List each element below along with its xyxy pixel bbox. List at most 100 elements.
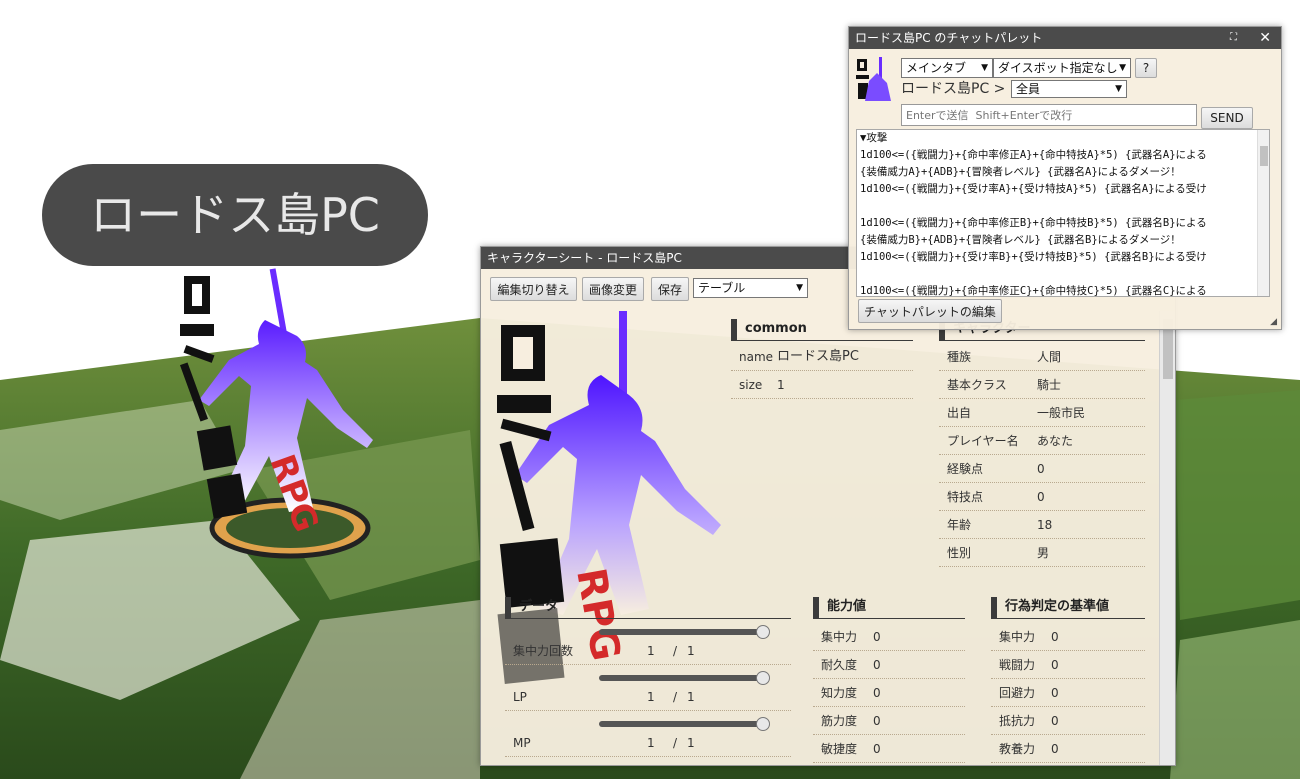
character-row-value[interactable]: 騎士 (1037, 371, 1061, 399)
resize-handle-icon[interactable]: ◢ (1270, 317, 1277, 327)
character-row-value[interactable]: 人間 (1037, 343, 1061, 371)
layout-select[interactable]: テーブル ▼ (693, 278, 808, 298)
ability-value[interactable]: 0 (873, 623, 881, 651)
check-key: 戦闘力 (999, 658, 1036, 672)
check-row: 戦闘力 0 (991, 651, 1145, 679)
palette-line[interactable]: 1d100<=({戦闘力}+{受け率B}+{受け特技B}*5) {武器名B}によ… (857, 249, 1269, 266)
palette-line[interactable]: 1d100<=({戦闘力}+{受け率A}+{受け特技A}*5) {武器名A}によ… (857, 181, 1269, 198)
character-row: 種族 人間 (939, 343, 1145, 371)
resource-current[interactable]: 1 (647, 683, 655, 711)
check-value[interactable]: 0 (1051, 735, 1059, 763)
character-row-value[interactable]: 0 (1037, 455, 1045, 483)
ability-row: 知力度 0 (813, 679, 965, 707)
character-row: 性別 男 (939, 539, 1145, 567)
chevron-down-icon: ▼ (1119, 63, 1126, 73)
ability-row: 敏捷度 0 (813, 735, 965, 763)
resource-label: 集中力回数 (513, 644, 574, 658)
edit-palette-button[interactable]: チャットパレットの編集 (858, 299, 1002, 323)
change-image-button[interactable]: 画像変更 (582, 277, 644, 301)
svg-text:RPG: RPG (262, 449, 327, 537)
concentration-slider[interactable] (599, 625, 770, 639)
character-row-value[interactable]: あなた (1037, 427, 1073, 455)
resource-separator: / (673, 644, 678, 658)
palette-line[interactable]: ▼攻撃 (857, 130, 1269, 147)
common-row-key: size (739, 378, 763, 392)
close-icon[interactable]: ✕ (1259, 27, 1271, 49)
character-row: 年齢 18 (939, 511, 1145, 539)
resource-row: LP 1 / 1 (505, 683, 791, 711)
check-value[interactable]: 0 (1051, 651, 1059, 679)
edit-toggle-button[interactable]: 編集切り替え (490, 277, 577, 301)
character-row-value[interactable]: 一般市民 (1037, 399, 1085, 427)
dicebot-select-value: ダイスボット指定なし (998, 61, 1118, 75)
chat-palette-titlebar[interactable]: ロードス島PC のチャットパレット ⛶ ✕ (849, 27, 1281, 49)
maximize-icon[interactable]: ⛶ (1230, 27, 1237, 49)
palette-line[interactable] (857, 198, 1269, 215)
ability-key: 集中力 (821, 630, 858, 644)
palette-line[interactable]: {装備威力B}+{ADB}+{冒険者レベル} {武器名B}によるダメージ！ (857, 232, 1269, 249)
check-value[interactable]: 0 (1051, 679, 1059, 707)
resource-label: MP (513, 736, 531, 750)
abilities-section-heading: 能力値 (813, 597, 965, 619)
scrollbar-thumb[interactable] (1260, 146, 1268, 166)
help-button[interactable]: ? (1135, 58, 1157, 78)
common-row-value[interactable]: 1 (777, 371, 785, 399)
character-row-value[interactable]: 男 (1037, 539, 1049, 567)
check-row: 抵抗力 0 (991, 707, 1145, 735)
palette-line[interactable]: 1d100<=({戦闘力}+{命中率修正B}+{命中特技B}*5) {武器名B}… (857, 215, 1269, 232)
resource-current[interactable]: 1 (647, 729, 655, 757)
character-row-value[interactable]: 18 (1037, 511, 1052, 539)
ability-value[interactable]: 0 (873, 651, 881, 679)
palette-list[interactable]: ▼攻撃 1d100<=({戦闘力}+{命中率修正A}+{命中特技A}*5) {武… (856, 129, 1270, 297)
character-row: 出自 一般市民 (939, 399, 1145, 427)
dicebot-select[interactable]: ダイスボット指定なし ▼ (993, 58, 1131, 78)
character-row-key: 基本クラス (947, 378, 1007, 392)
ability-value[interactable]: 0 (873, 707, 881, 735)
character-sheet-scrollbar[interactable] (1159, 311, 1175, 765)
message-input[interactable] (901, 104, 1197, 126)
check-key: 集中力 (999, 630, 1036, 644)
checks-section-heading: 行為判定の基準値 (991, 597, 1145, 619)
common-row-value[interactable]: ロードス島PC (777, 343, 859, 371)
chat-palette-window[interactable]: ロードス島PC のチャットパレット ⛶ ✕ メインタブ ▼ ダイスボット指定なし… (848, 26, 1282, 330)
tab-select[interactable]: メインタブ ▼ (901, 58, 993, 78)
character-row-key: 種族 (947, 350, 972, 364)
ability-value[interactable]: 0 (873, 679, 881, 707)
palette-line[interactable]: 1d100<=({戦闘力}+{命中率修正C}+{命中特技C}*5) {武器名C}… (857, 283, 1269, 296)
palette-scrollbar[interactable] (1257, 130, 1269, 296)
chevron-down-icon: ▼ (981, 63, 988, 73)
resource-current[interactable]: 1 (647, 637, 655, 665)
resource-row: MP 1 / 1 (505, 729, 791, 757)
resource-row: 集中力回数 1 / 1 (505, 637, 791, 665)
character-row-key: 出自 (947, 406, 972, 420)
character-row-value[interactable]: 0 (1037, 483, 1045, 511)
check-value[interactable]: 0 (1051, 707, 1059, 735)
mp-slider[interactable] (599, 717, 770, 731)
character-token[interactable]: RPG (170, 250, 410, 570)
ability-row: 耐久度 0 (813, 651, 965, 679)
character-row: 特技点 0 (939, 483, 1145, 511)
resource-max[interactable]: 1 (687, 729, 695, 757)
palette-line[interactable]: 1d100<=({戦闘力}+{命中率修正A}+{命中特技A}*5) {武器名A}… (857, 147, 1269, 164)
send-button[interactable]: SEND (1201, 107, 1253, 129)
check-key: 回避力 (999, 686, 1036, 700)
target-select-value: 全員 (1016, 82, 1041, 96)
check-value[interactable]: 0 (1051, 623, 1059, 651)
ability-key: 筋力度 (821, 714, 858, 728)
common-row: name ロードス島PC (731, 343, 913, 371)
target-select[interactable]: 全員 ▼ (1011, 80, 1127, 98)
data-section-heading: データ (505, 597, 791, 619)
palette-line[interactable]: {装備威力A}+{ADB}+{冒険者レベル} {武器名A}によるダメージ！ (857, 164, 1269, 181)
character-row: 経験点 0 (939, 455, 1145, 483)
lp-slider[interactable] (599, 671, 770, 685)
resource-max[interactable]: 1 (687, 683, 695, 711)
sender-name: ロードス島PC (901, 81, 990, 97)
sender-label: ロードス島PC > (901, 79, 1005, 99)
save-button[interactable]: 保存 (651, 277, 689, 301)
resource-max[interactable]: 1 (687, 637, 695, 665)
chevron-down-icon: ▼ (1115, 84, 1122, 94)
ability-value[interactable]: 0 (873, 735, 881, 763)
palette-line[interactable] (857, 266, 1269, 283)
character-sheet-title: キャラクターシート - ロードス島PC (487, 251, 682, 265)
chevron-down-icon: ▼ (796, 283, 803, 293)
